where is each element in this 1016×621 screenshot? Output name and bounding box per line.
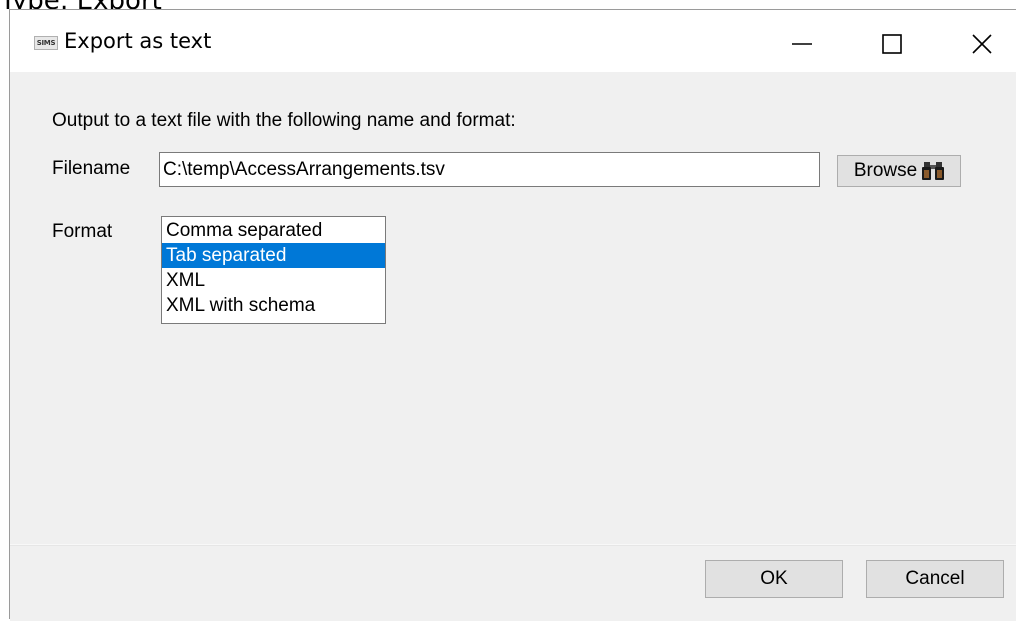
format-option-xml-schema[interactable]: XML with schema [162, 293, 385, 318]
format-option-tab[interactable]: Tab separated [162, 243, 385, 268]
binoculars-icon [922, 162, 945, 180]
export-prompt: Output to a text file with the following… [52, 110, 516, 131]
format-label: Format [52, 221, 113, 242]
close-icon [972, 34, 992, 54]
browse-button-label: Browse [853, 160, 918, 181]
dialog-footer: OK Cancel [10, 544, 1016, 621]
maximize-button[interactable] [847, 16, 937, 72]
browse-button[interactable]: Browse [837, 155, 961, 187]
minimize-button[interactable] [757, 16, 847, 72]
export-dialog: SIMS Export as text Output to a text fil… [9, 9, 1016, 621]
cancel-button[interactable]: Cancel [866, 560, 1004, 598]
format-option-comma[interactable]: Comma separated [162, 218, 385, 243]
window-title: Export as text [64, 29, 212, 53]
sims-app-icon: SIMS [34, 36, 58, 50]
maximize-icon [882, 34, 902, 54]
format-option-xml[interactable]: XML [162, 268, 385, 293]
dialog-content: Output to a text file with the following… [10, 72, 1016, 544]
title-bar[interactable]: SIMS Export as text [10, 10, 1016, 72]
filename-label: Filename [52, 158, 131, 179]
filename-input[interactable] [159, 152, 820, 187]
minimize-icon [792, 43, 812, 45]
close-button[interactable] [937, 16, 1016, 72]
ok-button[interactable]: OK [705, 560, 843, 598]
format-listbox[interactable]: Comma separated Tab separated XML XML wi… [161, 216, 386, 324]
